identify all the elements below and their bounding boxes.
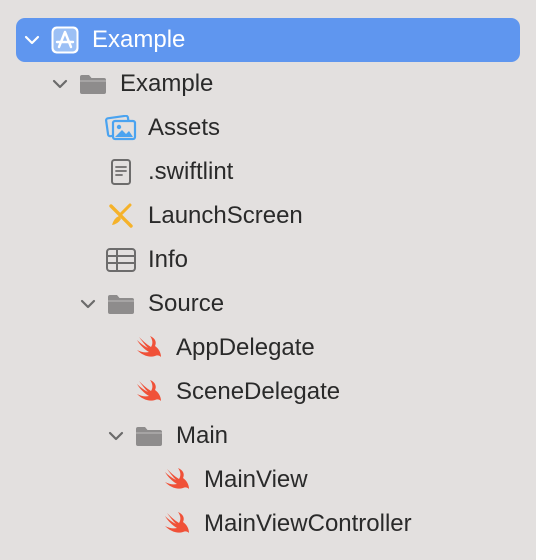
tree-row-label: MainViewController <box>204 510 412 537</box>
app-project-icon <box>48 18 82 62</box>
tree-row-launchscreen[interactable]: LaunchScreen <box>16 194 520 238</box>
folder-icon <box>104 282 138 326</box>
swift-file-icon <box>132 326 166 370</box>
tree-row-label: LaunchScreen <box>148 202 303 229</box>
tree-row-group-source[interactable]: Source <box>16 282 520 326</box>
plist-icon <box>104 238 138 282</box>
tree-row-group-main[interactable]: Main <box>16 414 520 458</box>
tree-row-assets[interactable]: Assets <box>16 106 520 150</box>
tree-row-label: Info <box>148 246 189 273</box>
folder-icon <box>132 414 166 458</box>
storyboard-icon <box>104 194 138 238</box>
chevron-down-icon[interactable] <box>76 282 100 326</box>
folder-icon <box>76 62 110 106</box>
text-file-icon <box>104 150 138 194</box>
chevron-down-icon[interactable] <box>104 414 128 458</box>
tree-row-label: MainView <box>204 466 308 493</box>
tree-row-label: Example <box>92 26 186 53</box>
tree-row-label: SceneDelegate <box>176 378 341 405</box>
tree-row-info[interactable]: Info <box>16 238 520 282</box>
project-navigator: Example Example Assets .swiftlint Launch… <box>0 0 536 560</box>
tree-row-appdelegate[interactable]: AppDelegate <box>16 326 520 370</box>
tree-row-label: .swiftlint <box>148 158 234 185</box>
tree-row-label: Main <box>176 422 229 449</box>
tree-row-label: Example <box>120 70 214 97</box>
chevron-down-icon[interactable] <box>20 18 44 62</box>
tree-row-mainviewcontroller[interactable]: MainViewController <box>16 502 520 546</box>
swift-file-icon <box>160 502 194 546</box>
swift-file-icon <box>160 458 194 502</box>
chevron-down-icon[interactable] <box>48 62 72 106</box>
tree-row-group-example[interactable]: Example <box>16 62 520 106</box>
tree-row-scenedelegate[interactable]: SceneDelegate <box>16 370 520 414</box>
tree-row-project-example[interactable]: Example <box>16 18 520 62</box>
tree-row-mainview[interactable]: MainView <box>16 458 520 502</box>
tree-row-label: Assets <box>148 114 221 141</box>
tree-row-label: AppDelegate <box>176 334 315 361</box>
asset-catalog-icon <box>104 106 138 150</box>
tree-row-label: Source <box>148 290 225 317</box>
swift-file-icon <box>132 370 166 414</box>
tree-row-swiftlint[interactable]: .swiftlint <box>16 150 520 194</box>
